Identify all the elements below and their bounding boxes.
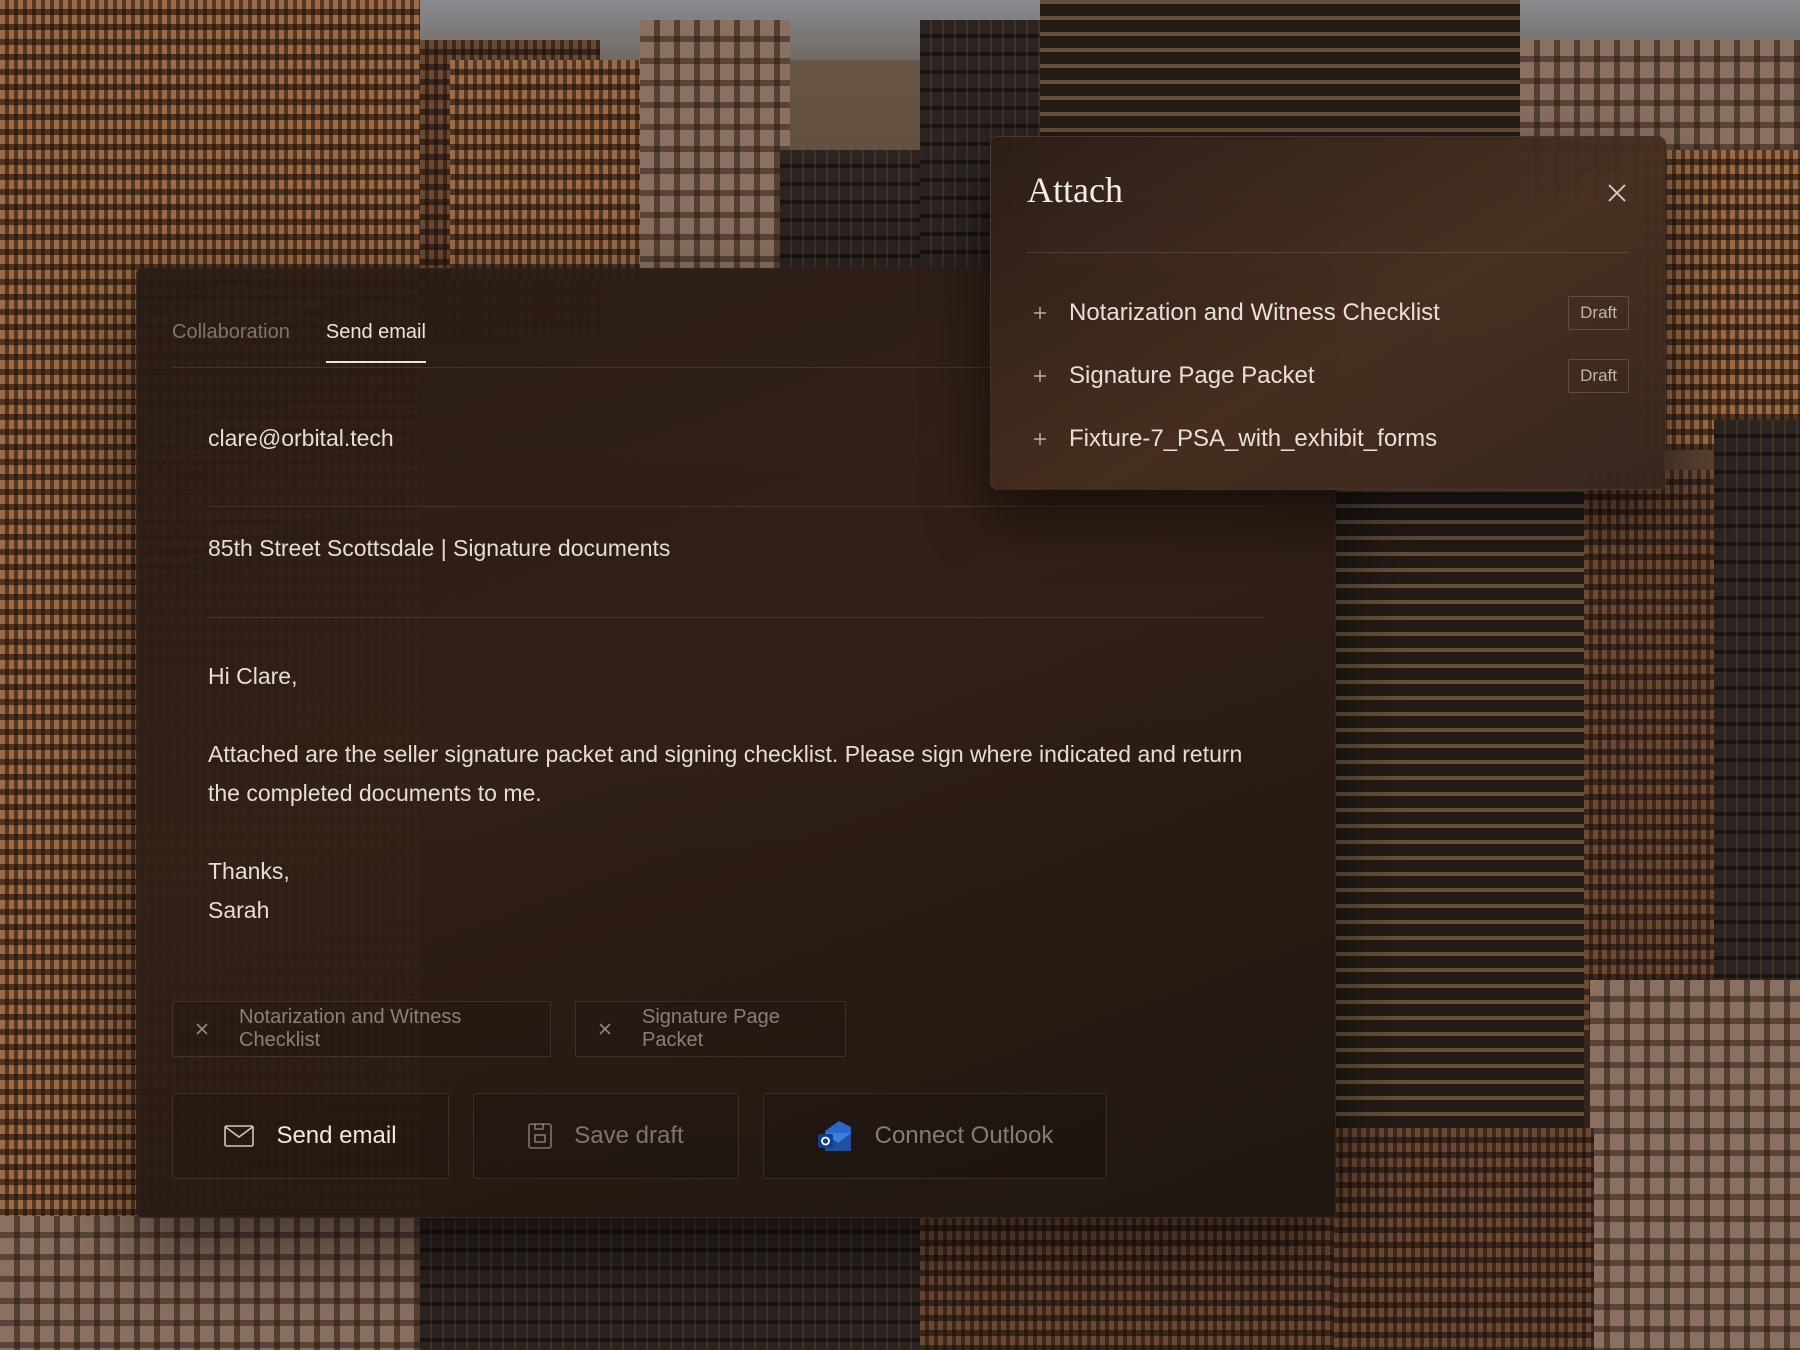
tab-collaboration[interactable]: Collaboration: [172, 317, 290, 363]
attachment-chip-label: Signature Page Packet: [642, 1006, 780, 1051]
status-badge: Draft: [1568, 295, 1629, 330]
close-icon[interactable]: [598, 1022, 612, 1036]
attach-item-name: Fixture-7_PSA_with_exhibit_forms: [1069, 424, 1438, 452]
building: [0, 1216, 420, 1350]
send-email-button[interactable]: Send email: [172, 1093, 449, 1179]
save-draft-button[interactable]: Save draft: [473, 1093, 739, 1179]
send-email-label: Send email: [276, 1122, 397, 1149]
attach-item-name: Notarization and Witness Checklist: [1069, 298, 1440, 326]
close-icon[interactable]: [195, 1022, 209, 1036]
connect-outlook-label: Connect Outlook: [874, 1122, 1054, 1149]
divider: [1027, 252, 1629, 253]
subject-value: 85th Street Scottsdale | Signature docum…: [208, 535, 671, 561]
plus-icon: [1033, 369, 1047, 383]
building: [1590, 980, 1800, 1350]
status-badge: Draft: [1568, 358, 1629, 393]
attach-popover: Attach Notarization and Witness Checklis…: [990, 136, 1666, 490]
building: [1334, 488, 1584, 1128]
attach-item[interactable]: Signature Page Packet Draft: [1027, 344, 1629, 407]
save-icon: [528, 1123, 553, 1149]
building: [1040, 0, 1520, 140]
email-greeting: Hi Clare,: [208, 663, 298, 689]
building: [1714, 420, 1800, 980]
building: [920, 1216, 1334, 1350]
building: [1334, 1128, 1594, 1350]
attach-title: Attach: [1027, 170, 1123, 210]
attachment-chip: Notarization and Witness Checklist: [172, 1001, 551, 1057]
building: [780, 150, 920, 270]
mail-icon: [224, 1125, 255, 1147]
outlook-icon: [817, 1119, 853, 1153]
building: [420, 1216, 920, 1350]
attachment-chip-label: Notarization and Witness Checklist: [239, 1006, 462, 1051]
attachment-chip: Signature Page Packet: [575, 1001, 846, 1057]
attachment-chips: Notarization and Witness Checklist Signa…: [172, 1001, 846, 1057]
attach-list: Notarization and Witness Checklist Draft…: [1027, 281, 1629, 470]
plus-icon: [1033, 432, 1047, 446]
connect-outlook-button[interactable]: Connect Outlook: [763, 1093, 1107, 1179]
action-bar: Send email Save draft Connect Outlook: [172, 1093, 1107, 1179]
email-message: Attached are the seller signature packet…: [208, 741, 1243, 806]
building: [450, 60, 640, 280]
email-body[interactable]: Hi Clare, Attached are the seller signat…: [208, 657, 1268, 930]
attach-item[interactable]: Fixture-7_PSA_with_exhibit_forms: [1027, 407, 1629, 470]
building: [1584, 470, 1714, 1030]
building: [640, 20, 790, 270]
to-value: clare@orbital.tech: [208, 425, 394, 451]
attach-item-name: Signature Page Packet: [1069, 361, 1315, 389]
email-signoff: Thanks,: [208, 858, 290, 884]
attach-item[interactable]: Notarization and Witness Checklist Draft: [1027, 281, 1629, 344]
subject-field[interactable]: 85th Street Scottsdale | Signature docum…: [208, 535, 1264, 618]
close-icon[interactable]: [1607, 183, 1627, 203]
tab-send-email[interactable]: Send email: [325, 317, 426, 363]
save-draft-label: Save draft: [574, 1122, 684, 1149]
plus-icon: [1033, 306, 1047, 320]
email-signature: Sarah: [208, 897, 270, 923]
